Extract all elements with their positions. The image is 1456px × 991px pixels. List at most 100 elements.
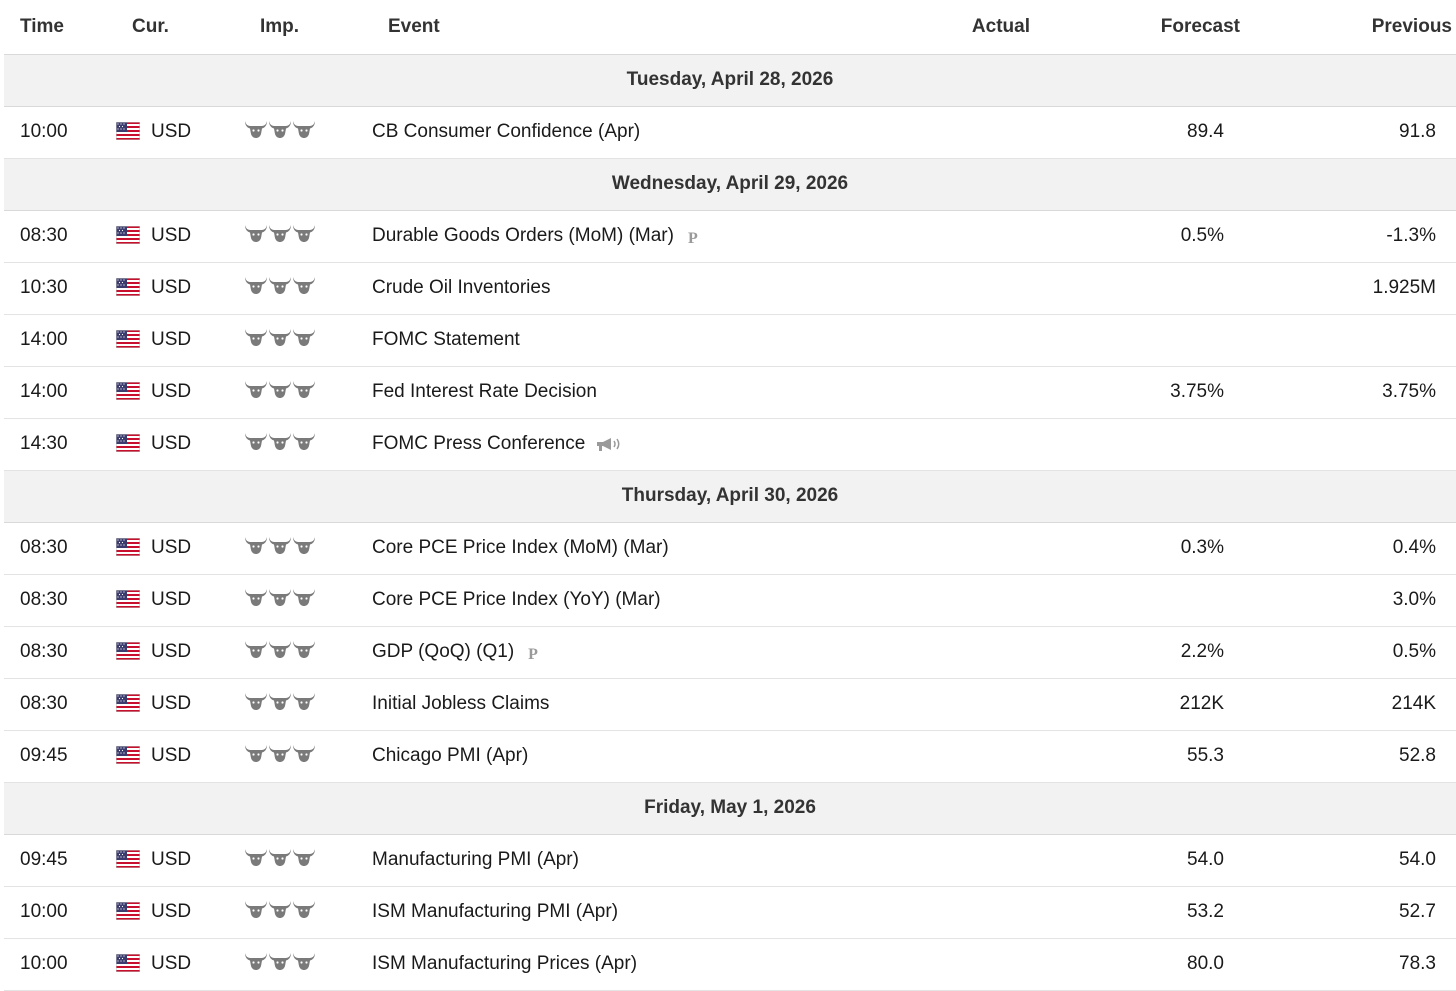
importance-bulls — [244, 275, 316, 301]
us-flag-icon — [116, 121, 151, 142]
us-flag-icon — [116, 589, 151, 610]
event-name-link[interactable]: Core PCE Price Index (MoM) (Mar) — [372, 537, 669, 558]
event-name-link[interactable]: GDP (QoQ) (Q1) — [372, 641, 514, 662]
event-row[interactable]: 10:00 USD CB Consumer Confidence (Apr) 89.4… — [4, 106, 1456, 159]
event-previous: 214K — [1244, 678, 1456, 731]
header-importance[interactable]: Imp. — [244, 0, 372, 55]
table-header: Time Cur. Imp. Event Actual Forecast Pre… — [4, 0, 1456, 55]
event-previous: 3.0% — [1244, 574, 1456, 627]
event-name-link[interactable]: FOMC Press Conference — [372, 433, 585, 454]
event-currency: USD — [116, 678, 244, 731]
event-time: 10:00 — [4, 886, 116, 939]
event-cell[interactable]: Core PCE Price Index (MoM) (Mar) — [372, 522, 912, 575]
event-importance — [244, 418, 372, 471]
event-cell[interactable]: Manufacturing PMI (Apr) — [372, 834, 912, 887]
header-time[interactable]: Time — [4, 0, 116, 55]
economic-calendar-table: Time Cur. Imp. Event Actual Forecast Pre… — [4, 0, 1456, 991]
event-cell[interactable]: FOMC Press Conference — [372, 418, 912, 471]
event-name-link[interactable]: Initial Jobless Claims — [372, 693, 549, 714]
event-actual — [912, 626, 1034, 679]
event-currency: USD — [116, 730, 244, 783]
event-importance — [244, 314, 372, 367]
preliminary-marker-icon: P — [528, 645, 538, 663]
event-cell[interactable]: CB Consumer Confidence (Apr) — [372, 106, 912, 159]
header-forecast[interactable]: Forecast — [1034, 0, 1244, 55]
event-row[interactable]: 10:00 USD ISM Manufacturing Prices (Apr) 80… — [4, 938, 1456, 991]
importance-bulls — [244, 587, 316, 613]
currency-code: USD — [151, 901, 192, 922]
event-cell[interactable]: ISM Manufacturing PMI (Apr) — [372, 886, 912, 939]
bull-icon — [269, 901, 291, 918]
event-cell[interactable]: Initial Jobless Claims — [372, 678, 912, 731]
bull-icon — [269, 641, 291, 658]
importance-bulls — [244, 743, 316, 769]
event-name-link[interactable]: Core PCE Price Index (YoY) (Mar) — [372, 589, 661, 610]
event-row[interactable]: 09:45 USD Chicago PMI (Apr) 55.3 52.8 — [4, 730, 1456, 783]
importance-bulls — [244, 899, 316, 925]
event-name-link[interactable]: Chicago PMI (Apr) — [372, 745, 528, 766]
event-name-link[interactable]: FOMC Statement — [372, 329, 520, 350]
event-row[interactable]: 09:45 USD Manufacturing PMI (Apr) 54.0 54.0 — [4, 834, 1456, 887]
event-row[interactable]: 14:30 USD FOMC Press Conference — [4, 418, 1456, 471]
bull-icon — [245, 537, 267, 554]
event-time: 10:00 — [4, 938, 116, 991]
event-name-link[interactable]: Fed Interest Rate Decision — [372, 381, 597, 402]
event-cell[interactable]: Chicago PMI (Apr) — [372, 730, 912, 783]
event-previous: 0.5% — [1244, 626, 1456, 679]
event-row[interactable]: 08:30 USD Core PCE Price Index (MoM) (Mar)… — [4, 522, 1456, 575]
event-row[interactable]: 08:30 USD Durable Goods Orders (MoM) (Mar)… — [4, 210, 1456, 263]
bull-icon — [269, 433, 291, 450]
event-row[interactable]: 08:30 USD Core PCE Price Index (YoY) (Mar)… — [4, 574, 1456, 627]
event-previous: 0.4% — [1244, 522, 1456, 575]
event-time: 14:30 — [4, 418, 116, 471]
bull-icon — [245, 745, 267, 762]
event-currency: USD — [116, 106, 244, 159]
event-row[interactable]: 14:00 USD Fed Interest Rate Decision 3.75% 3… — [4, 366, 1456, 419]
bull-icon — [245, 433, 267, 450]
importance-bulls — [244, 847, 316, 873]
bull-icon — [293, 433, 315, 450]
event-forecast: 2.2% — [1034, 626, 1244, 679]
event-name-link[interactable]: Durable Goods Orders (MoM) (Mar) — [372, 225, 674, 246]
event-actual — [912, 574, 1034, 627]
header-event[interactable]: Event — [372, 0, 912, 55]
event-name-link[interactable]: ISM Manufacturing PMI (Apr) — [372, 901, 618, 922]
event-forecast: 80.0 — [1034, 938, 1244, 991]
event-row[interactable]: 08:30 USD Initial Jobless Claims 212K 214K — [4, 678, 1456, 731]
day-label: Thursday, April 30, 2026 — [4, 470, 1456, 523]
event-row[interactable]: 14:00 USD FOMC Statement — [4, 314, 1456, 367]
us-flag-icon — [116, 953, 151, 974]
bull-icon — [293, 121, 315, 138]
event-name-link[interactable]: Manufacturing PMI (Apr) — [372, 849, 579, 870]
header-currency[interactable]: Cur. — [116, 0, 244, 55]
event-row[interactable]: 10:00 USD ISM Manufacturing PMI (Apr) 53.2 5… — [4, 886, 1456, 939]
event-cell[interactable]: Durable Goods Orders (MoM) (Mar) P — [372, 210, 912, 263]
event-cell[interactable]: Crude Oil Inventories — [372, 262, 912, 315]
event-forecast: 0.5% — [1034, 210, 1244, 263]
speech-icon — [597, 438, 620, 451]
event-cell[interactable]: GDP (QoQ) (Q1) P — [372, 626, 912, 679]
event-cell[interactable]: FOMC Statement — [372, 314, 912, 367]
event-currency: USD — [116, 418, 244, 471]
header-actual[interactable]: Actual — [912, 0, 1034, 55]
bull-icon — [245, 381, 267, 398]
event-cell[interactable]: ISM Manufacturing Prices (Apr) — [372, 938, 912, 991]
event-row[interactable]: 10:30 USD Crude Oil Inventories 1.925M — [4, 262, 1456, 315]
header-previous[interactable]: Previous — [1244, 0, 1456, 55]
event-name-link[interactable]: CB Consumer Confidence (Apr) — [372, 121, 640, 142]
us-flag-icon — [116, 641, 151, 662]
bull-icon — [269, 693, 291, 710]
event-cell[interactable]: Fed Interest Rate Decision — [372, 366, 912, 419]
event-name-link[interactable]: Crude Oil Inventories — [372, 277, 550, 298]
event-time: 09:45 — [4, 730, 116, 783]
event-name-link[interactable]: ISM Manufacturing Prices (Apr) — [372, 953, 637, 974]
event-previous: 1.925M — [1244, 262, 1456, 315]
event-row[interactable]: 08:30 USD GDP (QoQ) (Q1) P 2.2% 0.5% — [4, 626, 1456, 679]
event-importance — [244, 834, 372, 887]
event-cell[interactable]: Core PCE Price Index (YoY) (Mar) — [372, 574, 912, 627]
currency-code: USD — [151, 641, 192, 662]
day-header-row: Thursday, April 30, 2026 — [4, 470, 1456, 523]
event-importance — [244, 522, 372, 575]
event-previous: 3.75% — [1244, 366, 1456, 419]
event-actual — [912, 886, 1034, 939]
